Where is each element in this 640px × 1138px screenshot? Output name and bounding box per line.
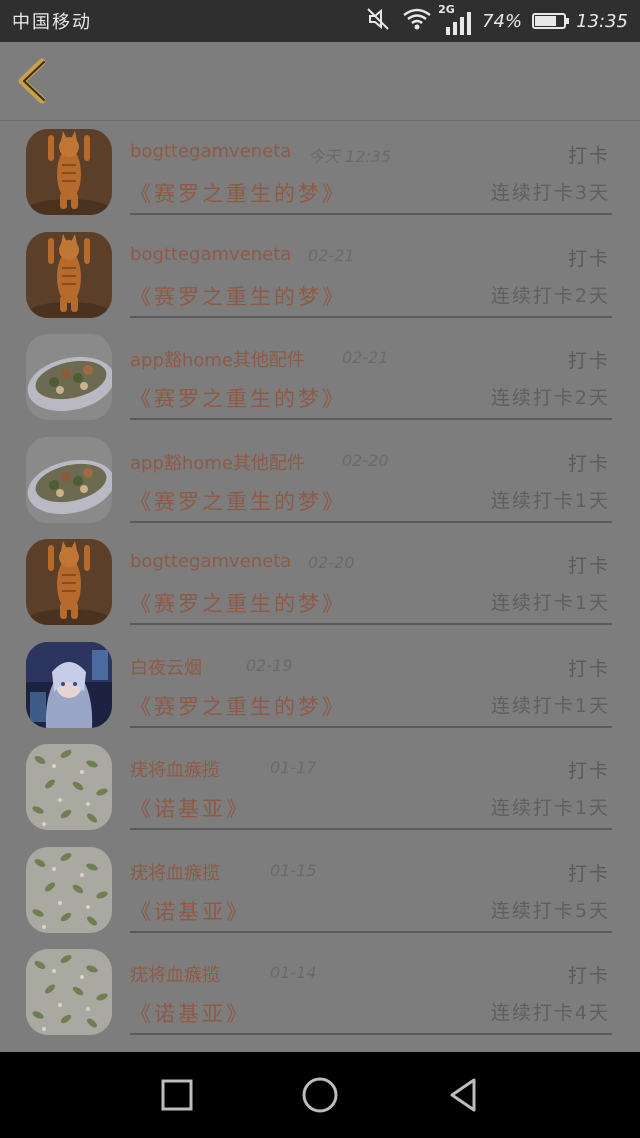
header: [0, 42, 640, 121]
streak-label: 连续打卡1天: [490, 797, 610, 819]
book-title[interactable]: 《诺基亚》: [130, 896, 250, 926]
avatar[interactable]: [26, 231, 112, 318]
user-name[interactable]: app豁home其他配件: [130, 346, 305, 372]
checkin-action-label: 打卡: [567, 862, 610, 885]
triangle-back-icon: [450, 1078, 476, 1112]
streak-label: 连续打卡3天: [490, 182, 610, 204]
avatar[interactable]: [26, 539, 112, 625]
checkin-date: 01-15: [270, 860, 317, 880]
divider: [130, 828, 612, 830]
divider: [130, 623, 612, 625]
checkin-action-label: 打卡: [567, 965, 610, 987]
status-bar: 中国移动 2G 74% 13:35: [0, 0, 640, 42]
carrier-label: 中国移动: [12, 12, 92, 33]
list-item[interactable]: 疣将血瘯揽 01-17 打卡《诺基亚》 连续打卡1天: [0, 736, 640, 839]
list-item[interactable]: bogttegamveneta 02-21 打卡《赛罗之重生的梦》 连续打卡2天: [0, 224, 640, 327]
user-name[interactable]: app豁home其他配件: [130, 449, 305, 475]
avatar[interactable]: [26, 641, 112, 728]
streak-label: 连续打卡5天: [490, 899, 610, 922]
list-item[interactable]: app豁home其他配件 02-20 打卡《赛罗之重生的梦》 连续打卡1天: [0, 429, 640, 532]
user-name[interactable]: bogttegamveneta: [130, 141, 291, 162]
checkin-date: 01-17: [270, 758, 317, 777]
home-button[interactable]: [297, 1072, 343, 1118]
checkin-date: 02-21: [308, 245, 355, 265]
battery-fill: [535, 16, 556, 26]
checkin-action-label: 打卡: [567, 760, 610, 782]
signal-icon: 2G: [438, 3, 472, 35]
checkin-date: 今天 12:35: [308, 147, 392, 166]
clock: 13:35: [576, 10, 628, 32]
book-title[interactable]: 《赛罗之重生的梦》: [130, 178, 346, 208]
battery-percent: 74%: [482, 10, 523, 32]
avatar[interactable]: [26, 334, 112, 420]
checkin-date: 02-20: [308, 553, 355, 572]
avatar[interactable]: [26, 436, 112, 523]
checkin-list[interactable]: bogttegamveneta 今天 12:35 打卡 《赛罗之重生的梦》 连续打卡3天…: [0, 121, 640, 1051]
book-title[interactable]: 《诺基亚》: [130, 793, 250, 823]
book-title[interactable]: 《赛罗之重生的梦》: [130, 383, 346, 413]
checkin-date: 02-19: [246, 655, 293, 675]
checkin-date: 02-20: [342, 450, 389, 470]
checkin-action-label: 打卡: [567, 657, 610, 680]
list-item[interactable]: 白夜云烟 02-19 打卡《赛罗之重生的梦》 连续打卡1天: [0, 634, 640, 737]
book-title[interactable]: 《赛罗之重生的梦》: [130, 588, 346, 618]
book-title[interactable]: 《赛罗之重生的梦》: [130, 691, 346, 721]
streak-label: 连续打卡4天: [490, 1002, 610, 1024]
checkin-action-label: 打卡: [567, 452, 610, 475]
back-button[interactable]: [14, 58, 54, 104]
streak-label: 连续打卡2天: [490, 284, 610, 307]
streak-label: 连续打卡1天: [490, 489, 610, 512]
user-name[interactable]: bogttegamveneta: [130, 551, 291, 572]
streak-label: 连续打卡2天: [490, 387, 610, 409]
user-name[interactable]: bogttegamveneta: [130, 244, 291, 265]
divider: [130, 315, 612, 318]
list-item[interactable]: app豁home其他配件 02-21 打卡《赛罗之重生的梦》 连续打卡2天: [0, 326, 640, 429]
user-name[interactable]: 疣将血瘯揽: [130, 859, 220, 885]
avatar[interactable]: [26, 744, 112, 830]
divider: [130, 520, 612, 523]
checkin-action-label: 打卡: [567, 350, 610, 372]
divider: [130, 930, 612, 933]
divider: [130, 1033, 612, 1035]
list-item[interactable]: bogttegamveneta 02-20 打卡《赛罗之重生的梦》 连续打卡1天: [0, 531, 640, 634]
mute-icon: [366, 7, 392, 36]
navigation-bar: [0, 1052, 640, 1138]
checkin-action-label: 打卡: [567, 247, 610, 270]
checkin-action-label: 打卡: [567, 555, 610, 577]
nav-back-button[interactable]: [440, 1072, 486, 1118]
divider: [130, 213, 612, 215]
list-item[interactable]: 疣将血瘯揽 01-15 打卡《诺基亚》 连续打卡5天: [0, 839, 640, 942]
avatar[interactable]: [26, 846, 112, 933]
square-icon: [161, 1079, 193, 1111]
checkin-date: 01-14: [270, 963, 317, 982]
chevron-left-icon: [18, 58, 46, 104]
user-name[interactable]: 疣将血瘯揽: [130, 961, 220, 987]
streak-label: 连续打卡1天: [490, 592, 610, 614]
book-title[interactable]: 《赛罗之重生的梦》: [130, 486, 346, 516]
user-name[interactable]: 白夜云烟: [130, 654, 202, 680]
list-item[interactable]: bogttegamveneta 今天 12:35 打卡《赛罗之重生的梦》 连续打卡3天: [0, 121, 640, 224]
book-title[interactable]: 《赛罗之重生的梦》: [130, 281, 346, 311]
user-name[interactable]: 疣将血瘯揽: [130, 756, 220, 782]
recents-button[interactable]: [154, 1072, 200, 1118]
avatar[interactable]: [26, 949, 112, 1035]
checkin-action-label: 打卡: [567, 145, 610, 167]
streak-label: 连续打卡1天: [490, 694, 610, 717]
checkin-date: 02-21: [342, 348, 389, 367]
list-item[interactable]: 疣将血瘯揽 01-14 打卡《诺基亚》 连续打卡4天: [0, 941, 640, 1044]
wifi-icon: [402, 7, 432, 36]
battery-icon: [532, 13, 570, 29]
divider: [130, 418, 612, 420]
divider: [130, 725, 612, 728]
book-title[interactable]: 《诺基亚》: [130, 998, 250, 1028]
avatar[interactable]: [26, 129, 112, 215]
circle-icon: [302, 1077, 338, 1113]
